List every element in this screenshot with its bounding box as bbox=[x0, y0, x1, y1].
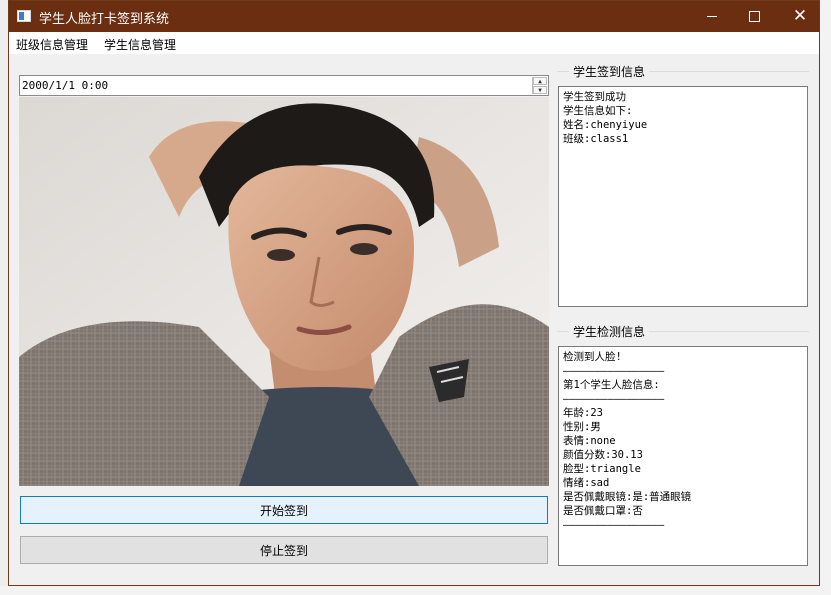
close-button[interactable]: ✕ bbox=[777, 1, 823, 32]
detect-line: ———————————————— bbox=[563, 393, 665, 405]
signin-line: 学生信息如下: bbox=[563, 105, 633, 117]
detect-line: 性别:男 bbox=[563, 421, 601, 433]
spin-down-icon[interactable]: ▼ bbox=[533, 86, 547, 94]
signin-line: 姓名:chenyiyue bbox=[563, 119, 648, 131]
signin-line: 学生签到成功 bbox=[563, 91, 626, 103]
title-bar[interactable]: 学生人脸打卡签到系统 ✕ bbox=[9, 1, 819, 32]
stop-signin-button[interactable]: 停止签到 bbox=[20, 536, 548, 564]
detect-line: 是否佩戴口罩:否 bbox=[563, 505, 643, 517]
detect-line: ———————————————— bbox=[563, 519, 665, 531]
detect-info-text[interactable]: 检测到人脸! ———————————————— 第1个学生人脸信息: —————… bbox=[558, 346, 808, 566]
desktop-background-left bbox=[0, 0, 8, 595]
start-signin-button[interactable]: 开始签到 bbox=[20, 496, 548, 524]
menu-class-management[interactable]: 班级信息管理 bbox=[16, 36, 88, 53]
datetime-spinner[interactable]: ▲ ▼ bbox=[532, 77, 547, 94]
detect-line: 情绪:sad bbox=[563, 477, 610, 489]
spin-up-icon[interactable]: ▲ bbox=[533, 77, 547, 85]
window-title: 学生人脸打卡签到系统 bbox=[39, 12, 170, 27]
minimize-icon bbox=[707, 16, 717, 17]
menu-student-management[interactable]: 学生信息管理 bbox=[104, 36, 176, 53]
detect-line: 表情:none bbox=[563, 435, 616, 447]
main-window: 学生人脸打卡签到系统 ✕ 班级信息管理 学生信息管理 2000/1/1 0:00… bbox=[8, 0, 820, 586]
detect-line: 是否佩戴眼镜:是:普通眼镜 bbox=[563, 491, 692, 503]
datetime-edit[interactable]: 2000/1/1 0:00 ▲ ▼ bbox=[19, 75, 549, 96]
menu-bar: 班级信息管理 学生信息管理 bbox=[9, 32, 819, 54]
signin-info-title: 学生签到信息 bbox=[569, 63, 650, 80]
signin-info-text[interactable]: 学生签到成功 学生信息如下: 姓名:chenyiyue 班级:class1 bbox=[558, 86, 808, 307]
maximize-icon bbox=[748, 11, 760, 22]
detect-info-title: 学生检测信息 bbox=[569, 323, 650, 340]
maximize-button[interactable] bbox=[731, 1, 777, 32]
detect-line: 检测到人脸! bbox=[563, 351, 622, 363]
datetime-value: 2000/1/1 0:00 bbox=[22, 79, 109, 92]
minimize-button[interactable] bbox=[689, 1, 735, 32]
app-icon bbox=[17, 10, 31, 22]
signin-info-group: 学生签到信息 学生签到成功 学生信息如下: 姓名:chenyiyue 班级:cl… bbox=[557, 63, 809, 308]
detect-line: 第1个学生人脸信息: bbox=[563, 379, 660, 391]
detect-info-group: 学生检测信息 检测到人脸! ———————————————— 第1个学生人脸信息… bbox=[557, 323, 809, 568]
detect-line: 年龄:23 bbox=[563, 407, 603, 419]
desktop-background-bottom bbox=[0, 586, 831, 595]
detect-line: 颜值分数:30.13 bbox=[563, 449, 643, 461]
detect-line: 脸型:triangle bbox=[563, 463, 641, 475]
close-icon: ✕ bbox=[792, 6, 808, 26]
camera-image bbox=[19, 97, 549, 486]
signin-line: 班级:class1 bbox=[563, 133, 629, 145]
desktop-background-right bbox=[820, 0, 831, 595]
detect-line: ———————————————— bbox=[563, 365, 665, 377]
